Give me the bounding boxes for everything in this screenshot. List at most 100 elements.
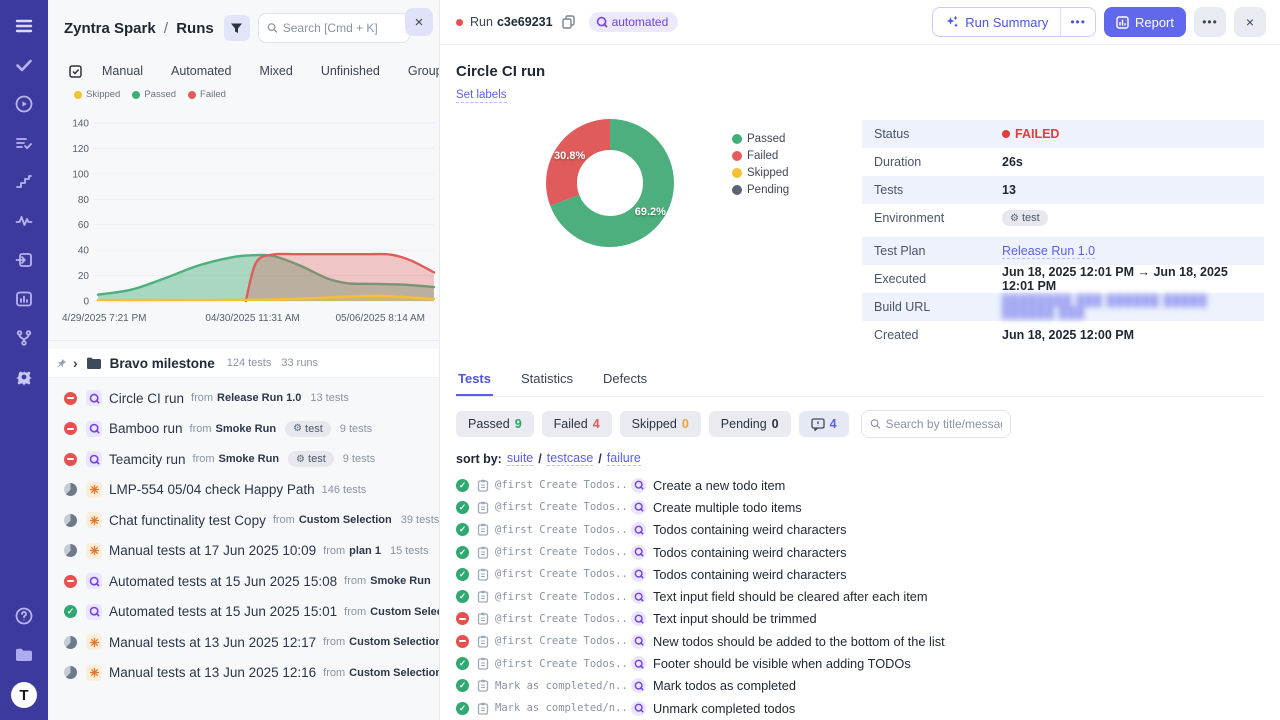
test-plan-link[interactable]: Release Run 1.0: [1002, 244, 1095, 259]
funnel-icon: [230, 22, 243, 35]
menu-icon[interactable]: [12, 14, 36, 38]
chevron-right-icon[interactable]: ›: [73, 355, 78, 371]
tab-defects[interactable]: Defects: [601, 365, 649, 396]
run-row[interactable]: Manual tests at 17 Jun 2025 10:09 from p…: [64, 536, 439, 567]
help-icon[interactable]: [12, 604, 36, 628]
run-row[interactable]: Circle CI run from Release Run 1.0 13 te…: [64, 383, 439, 414]
activity-icon[interactable]: [12, 209, 36, 233]
tab-tests[interactable]: Tests: [456, 365, 493, 396]
test-row[interactable]: Mark as completed/n... Unmark completed …: [456, 697, 1264, 719]
run-type-icon: [86, 512, 102, 528]
test-title: Footer should be visible when adding TOD…: [653, 656, 911, 671]
legend-failed: Failed: [200, 90, 226, 100]
runs-panel-close-button[interactable]: ×: [405, 8, 433, 36]
check-icon[interactable]: [12, 53, 36, 77]
play-circle-icon[interactable]: [12, 92, 36, 116]
detail-row-tests: Tests 13: [862, 176, 1264, 204]
legend-item-failed[interactable]: Failed: [732, 150, 818, 162]
run-row[interactable]: Automated tests at 15 Jun 2025 15:01 fro…: [64, 597, 439, 628]
group-row-bravo-milestone[interactable]: › Bravo milestone 124 tests 33 runs: [48, 349, 439, 377]
area-chart-svg: 0204060801001201404/29/2025 7:21 PM04/30…: [56, 101, 440, 329]
tab-statistics[interactable]: Statistics: [519, 365, 575, 396]
test-row[interactable]: @first Create Todos... Create a new todo…: [456, 474, 1264, 496]
filter-chip[interactable]: Skipped 0: [620, 411, 701, 437]
test-row[interactable]: @first Create Todos... Footer should be …: [456, 652, 1264, 674]
run-tests-count: 146 tests: [322, 484, 367, 496]
select-all-checkbox-icon[interactable]: [68, 63, 84, 79]
filter-chip[interactable]: Pending 0: [709, 411, 791, 437]
run-status-dot: [456, 19, 463, 26]
gear-icon[interactable]: [12, 365, 36, 389]
import-icon[interactable]: [12, 248, 36, 272]
runs-filter-tab[interactable]: Groups: [394, 60, 440, 82]
sort-by-testcase-link[interactable]: testcase: [547, 451, 594, 466]
run-row[interactable]: Automated tests at 15 Jun 2025 15:08 fro…: [64, 566, 439, 597]
runs-filter-tab[interactable]: Automated: [157, 60, 245, 82]
svg-text:69.2%: 69.2%: [635, 206, 666, 218]
copy-run-id-button[interactable]: [560, 13, 577, 31]
runs-search-input[interactable]: [283, 21, 401, 35]
runs-filter-tab[interactable]: Manual: [88, 60, 157, 82]
test-row[interactable]: @first Create Todos... Text input field …: [456, 585, 1264, 607]
legend-item-pending[interactable]: Pending: [732, 184, 818, 196]
run-tests-count: 9 tests: [343, 453, 375, 465]
app-logo[interactable]: T: [11, 682, 37, 708]
report-box-icon[interactable]: [12, 287, 36, 311]
tests-search-input[interactable]: [886, 417, 1002, 431]
automated-run-icon: [89, 393, 100, 404]
report-button[interactable]: Report: [1104, 7, 1186, 37]
tests-search: [861, 410, 1011, 438]
test-row[interactable]: Mark as completed/n... Mark todos as com…: [456, 675, 1264, 697]
run-source: from plan 1: [323, 545, 390, 557]
automated-test-icon: [631, 567, 646, 582]
breadcrumb-project[interactable]: Zyntra Spark: [64, 20, 156, 37]
run-row[interactable]: Manual tests at 13 Jun 2025 12:17 from C…: [64, 627, 439, 658]
steps-icon[interactable]: [12, 170, 36, 194]
filter-button[interactable]: [224, 15, 250, 41]
comments-filter-chip[interactable]: 4: [799, 411, 849, 437]
clipboard-icon: [477, 523, 489, 536]
run-summary-button[interactable]: Run Summary: [933, 8, 1060, 36]
test-status-icon: [456, 635, 469, 648]
legend-item-passed[interactable]: Passed: [732, 133, 818, 145]
close-run-detail-button[interactable]: ×: [1234, 7, 1266, 37]
run-row[interactable]: Manual tests at 13 Jun 2025 12:16 from C…: [64, 658, 439, 689]
run-row[interactable]: Teamcity run from Smoke Run ⚙test 9 test…: [64, 444, 439, 475]
run-row[interactable]: Chat functinality test Copy from Custom …: [64, 505, 439, 536]
test-row[interactable]: @first Create Todos... Todos containing …: [456, 563, 1264, 585]
test-row[interactable]: @first Create Todos... Text input should…: [456, 608, 1264, 630]
test-status-icon: [456, 590, 469, 603]
run-overview: 69.2%30.8% Passed Failed Skipped Pending…: [456, 105, 1264, 349]
run-title: Automated tests at 15 Jun 2025 15:01: [109, 604, 337, 619]
more-actions-button[interactable]: •••: [1194, 7, 1226, 37]
filter-chip[interactable]: Passed 9: [456, 411, 534, 437]
run-summary-more-button[interactable]: •••: [1060, 8, 1095, 36]
manual-run-icon: [89, 545, 100, 556]
filter-chip[interactable]: Failed 4: [542, 411, 612, 437]
group-tests-count: 124 tests: [227, 357, 272, 369]
test-row[interactable]: @first Create Todos... Create multiple t…: [456, 496, 1264, 518]
run-row[interactable]: LMP-554 05/04 check Happy Path 146 tests: [64, 475, 439, 506]
runs-filter-tab[interactable]: Unfinished: [307, 60, 394, 82]
set-labels-link[interactable]: Set labels: [456, 89, 507, 103]
runs-filter-tab[interactable]: Mixed: [245, 60, 306, 82]
build-url-redacted[interactable]: ████████ ███ ██████ █████ ██████ ███: [1002, 295, 1252, 319]
test-row[interactable]: @first Create Todos... New todos should …: [456, 630, 1264, 652]
pin-icon[interactable]: [56, 358, 67, 369]
test-row[interactable]: @first Create Todos... Todos containing …: [456, 541, 1264, 563]
divider: [48, 340, 439, 341]
run-id: c3e69231: [497, 15, 553, 29]
test-row[interactable]: @first Create Todos... Todos containing …: [456, 519, 1264, 541]
run-source: from Smoke Run: [344, 575, 439, 587]
sort-by-suite-link[interactable]: suite: [507, 451, 533, 466]
sort-by-failure-link[interactable]: failure: [607, 451, 641, 466]
run-row[interactable]: Bamboo run from Smoke Run ⚙test 9 tests: [64, 414, 439, 445]
legend-item-skipped[interactable]: Skipped: [732, 167, 818, 179]
svg-text:05/06/2025 8:14 AM: 05/06/2025 8:14 AM: [335, 313, 425, 324]
runs-filter-tabs: ManualAutomatedMixedUnfinishedGroups: [48, 56, 439, 90]
branch-icon[interactable]: [12, 326, 36, 350]
automated-icon: [596, 16, 608, 28]
projects-folder-icon[interactable]: [12, 643, 36, 667]
list-check-icon[interactable]: [12, 131, 36, 155]
test-suite-name: @first Create Todos...: [495, 479, 627, 491]
